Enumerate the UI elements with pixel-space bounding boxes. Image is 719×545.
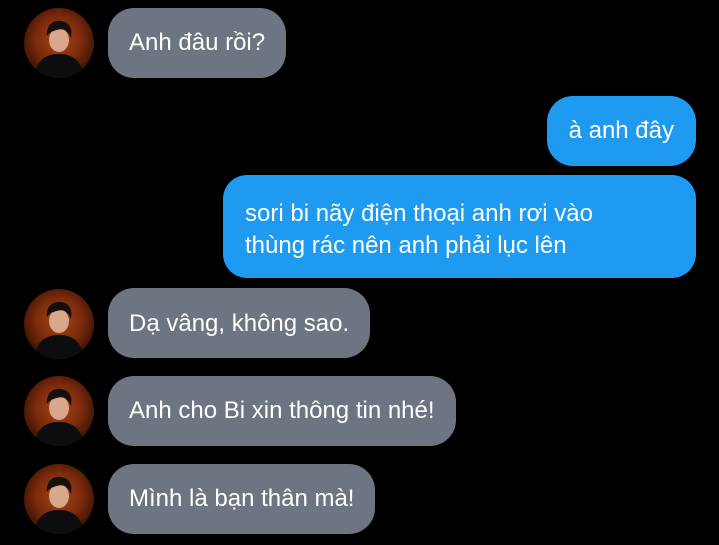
message-bubble-received[interactable]: Mình là bạn thân mà! xyxy=(108,464,376,534)
contact-avatar[interactable] xyxy=(24,464,94,534)
message-bubble-sent[interactable]: à anh đây xyxy=(546,96,696,166)
contact-avatar[interactable] xyxy=(24,289,94,359)
message-text-line: sori bi nãy điện thoại anh rơi vào xyxy=(245,200,593,227)
contact-avatar[interactable] xyxy=(24,376,94,446)
message-text: Mình là bạn thân mà! xyxy=(129,485,355,512)
message-bubble-received[interactable]: Dạ vâng, không sao. xyxy=(108,288,371,358)
message-text-line: thùng rác nên anh phải lục lên xyxy=(245,232,567,259)
avatar-photo-icon xyxy=(34,476,84,534)
avatar-photo-icon xyxy=(34,388,84,446)
avatar-photo-icon xyxy=(34,301,84,359)
message-bubble-received[interactable]: Anh cho Bi xin thông tin nhé! xyxy=(108,376,456,446)
message-text: à anh đây xyxy=(568,117,674,144)
message-text: Dạ vâng, không sao. xyxy=(129,310,350,337)
contact-avatar[interactable] xyxy=(24,8,94,78)
avatar-photo-icon xyxy=(34,20,84,78)
message-bubble-received[interactable]: Anh đâu rồi? xyxy=(108,8,287,78)
message-text: Anh cho Bi xin thông tin nhé! xyxy=(129,397,435,424)
message-bubble-sent[interactable]: sori bi nãy điện thoại anh rơi vào thùng… xyxy=(223,175,696,278)
message-text: Anh đâu rồi? xyxy=(129,29,266,56)
